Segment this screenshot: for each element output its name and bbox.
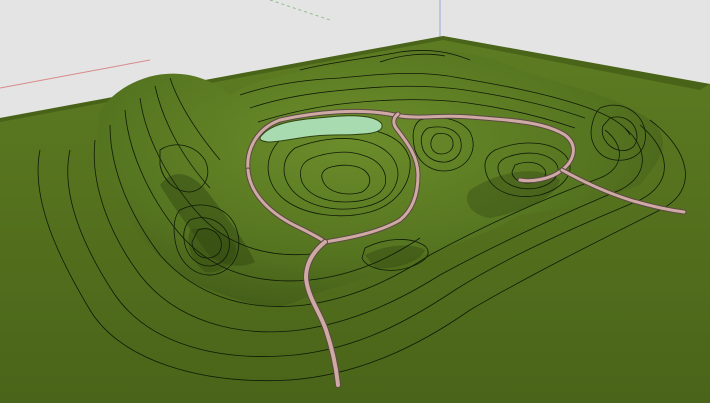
scene-canvas[interactable] bbox=[0, 0, 710, 403]
3d-viewport[interactable] bbox=[0, 0, 710, 403]
